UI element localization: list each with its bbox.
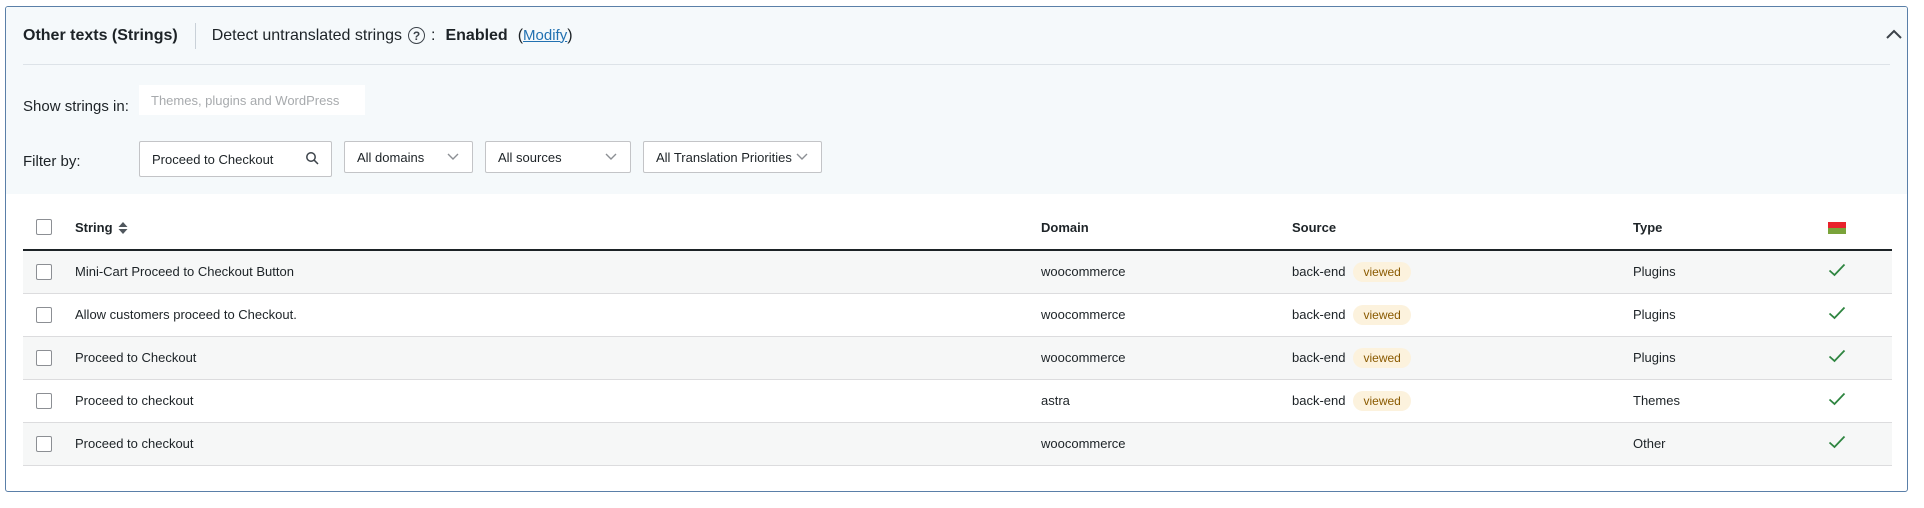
table-row[interactable]: Mini-Cart Proceed to Checkout Button wooc… — [23, 250, 1892, 294]
row-type: Plugins — [1633, 350, 1676, 365]
flag-icon — [1828, 222, 1846, 235]
checkmark-icon[interactable] — [1828, 435, 1846, 452]
row-checkbox[interactable] — [36, 392, 52, 409]
search-input[interactable]: Proceed to Checkout — [139, 141, 332, 177]
detect-colon: : — [431, 26, 436, 44]
sort-icon[interactable] — [113, 220, 128, 235]
priority-select[interactable]: All Translation Priorities — [643, 141, 822, 173]
source-select-value: All sources — [498, 149, 562, 165]
table-row[interactable]: Proceed to checkout woocommerce Other — [23, 422, 1892, 466]
detect-status: Enabled — [445, 26, 508, 44]
status-badge: viewed — [1353, 261, 1411, 282]
row-source: back-end — [1292, 263, 1346, 279]
detect-label: Detect untranslated strings — [211, 26, 403, 44]
row-string[interactable]: Mini-Cart Proceed to Checkout Button — [75, 264, 294, 279]
row-string[interactable]: Allow customers proceed to Checkout. — [75, 307, 297, 322]
modify-wrapper: (Modify) — [518, 27, 573, 45]
strings-table: String Domain Source Type Mini-Cart Proc… — [23, 205, 1892, 466]
checkmark-icon[interactable] — [1828, 264, 1846, 280]
domain-select[interactable]: All domains — [344, 141, 473, 173]
row-type: Plugins — [1633, 264, 1676, 280]
column-type: Type — [1633, 219, 1663, 235]
row-string[interactable]: Proceed to checkout — [75, 393, 194, 408]
table-row[interactable]: Proceed to Checkout woocommerce back-end vi… — [23, 336, 1892, 380]
chevron-down-icon — [446, 150, 460, 165]
row-string[interactable]: Proceed to checkout — [75, 436, 194, 451]
status-badge: viewed — [1353, 347, 1411, 368]
checkmark-icon[interactable] — [1828, 392, 1846, 409]
header-divider — [194, 22, 196, 49]
status-badge: viewed — [1353, 390, 1411, 411]
checkmark-icon[interactable] — [1828, 349, 1846, 366]
row-checkbox[interactable] — [36, 306, 52, 323]
chevron-down-icon — [604, 150, 618, 165]
priority-select-value: All Translation Priorities — [656, 149, 792, 165]
row-type: Plugins — [1633, 307, 1676, 322]
status-badge: viewed — [1353, 304, 1411, 325]
row-domain: woocommerce — [1041, 436, 1126, 451]
row-source: back-end — [1292, 306, 1346, 322]
column-string[interactable]: String — [75, 220, 113, 235]
panel-header: Other texts (Strings) Detect untranslate… — [6, 7, 1907, 65]
question-circle-icon[interactable]: ? — [408, 27, 426, 44]
row-checkbox[interactable] — [36, 435, 52, 452]
row-type: Themes — [1633, 393, 1680, 408]
modify-paren-close: ) — [567, 26, 573, 44]
table-header-row: String Domain Source Type — [23, 205, 1892, 251]
domain-select-value: All domains — [357, 149, 425, 165]
column-domain: Domain — [1041, 219, 1089, 235]
table-row[interactable]: Allow customers proceed to Checkout. wooc… — [23, 293, 1892, 337]
search-value: Proceed to Checkout — [152, 151, 274, 167]
filter-area: Other texts (Strings) Detect untranslate… — [6, 7, 1907, 194]
strings-panel: Other texts (Strings) Detect untranslate… — [5, 6, 1908, 492]
panel-title: Other texts (Strings) — [23, 26, 178, 44]
show-in-input[interactable]: Themes, plugins and WordPress — [139, 85, 365, 115]
chevron-up-icon[interactable] — [1884, 27, 1904, 43]
row-domain: woocommerce — [1041, 307, 1126, 322]
filter-by-label: Filter by: — [23, 153, 81, 170]
show-in-label: Show strings in: — [23, 98, 129, 115]
row-type: Other — [1633, 436, 1666, 451]
row-domain: woocommerce — [1041, 350, 1126, 365]
row-string[interactable]: Proceed to Checkout — [75, 350, 196, 365]
modify-link[interactable]: Modify — [523, 27, 567, 44]
row-source: back-end — [1292, 392, 1346, 408]
row-checkbox[interactable] — [36, 264, 52, 281]
row-domain: astra — [1041, 393, 1070, 408]
select-all-checkbox[interactable] — [36, 219, 52, 236]
source-select[interactable]: All sources — [485, 141, 631, 173]
checkmark-icon[interactable] — [1828, 306, 1846, 323]
chevron-down-icon — [795, 150, 809, 165]
table-row[interactable]: Proceed to checkout astra back-end viewed Th… — [23, 379, 1892, 423]
row-domain: woocommerce — [1041, 264, 1126, 280]
search-icon[interactable] — [305, 151, 319, 168]
row-checkbox[interactable] — [36, 349, 52, 366]
column-source: Source — [1292, 219, 1337, 235]
row-source: back-end — [1292, 349, 1346, 365]
